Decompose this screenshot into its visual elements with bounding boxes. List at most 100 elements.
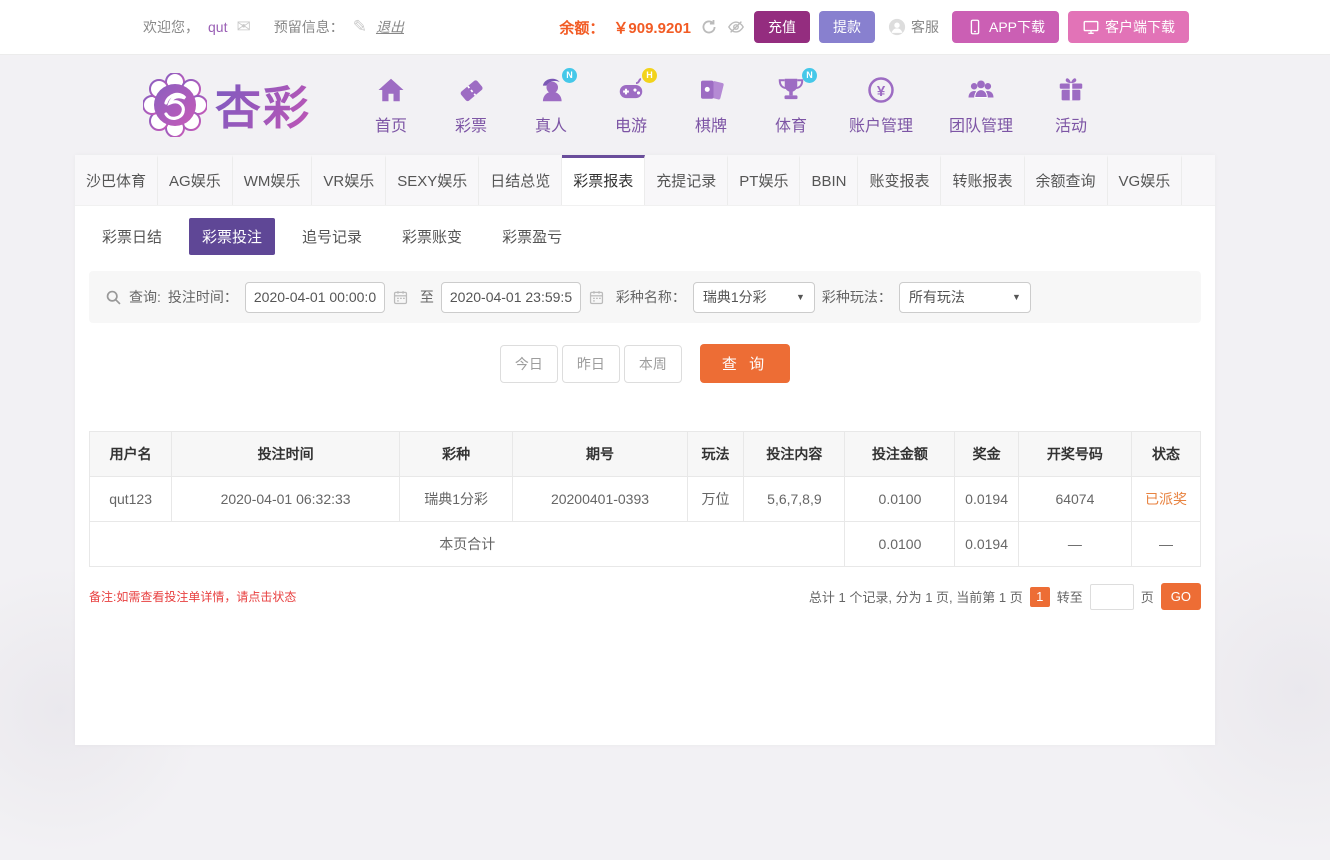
nav-item-account-management[interactable]: ¥ 账户管理 [849, 75, 913, 136]
ticket-icon [456, 75, 486, 105]
column-header-bet-time: 投注时间 [171, 431, 400, 477]
tab-SEXY娱乐[interactable]: SEXY娱乐 [386, 155, 480, 205]
tab-BBIN[interactable]: BBIN [800, 155, 859, 205]
nav-badge: N [562, 67, 577, 83]
tab-转账报表[interactable]: 转账报表 [941, 155, 1025, 205]
site-logo[interactable]: 杏彩 [143, 72, 311, 138]
nav-label: 团队管理 [949, 117, 1014, 135]
nav-label: 电游 [614, 117, 647, 135]
trophy-icon: N [776, 67, 817, 105]
lottery-select[interactable]: 瑞典1分彩 ▼ [692, 281, 815, 313]
live-person-icon: N [536, 67, 577, 105]
yesterday-button[interactable]: 昨日 [561, 344, 620, 383]
team-icon [966, 75, 996, 105]
nav-item-lottery[interactable]: 彩票 [449, 75, 493, 136]
tab-AG娱乐[interactable]: AG娱乐 [158, 155, 233, 205]
gamepad-icon: H [616, 67, 657, 105]
cell-bet-time: 2020-04-01 06:32:33 [171, 476, 400, 522]
subtab-彩票日结[interactable]: 彩票日结 [89, 218, 175, 255]
play-type-label: 彩种玩法： [821, 289, 892, 305]
calendar-icon[interactable] [392, 289, 409, 306]
service-avatar-icon [888, 18, 906, 36]
week-button[interactable]: 本周 [623, 344, 682, 383]
nav-label: 棋牌 [694, 117, 727, 135]
play-type-select[interactable]: 所有玩法 ▼ [898, 281, 1031, 313]
customer-service-link[interactable]: 客服 [888, 17, 939, 37]
table-footer: 备注:如需查看投注单详情，请点击状态 总计 1 个记录, 分为 1 页, 当前第… [89, 583, 1201, 610]
tab-VR娱乐[interactable]: VR娱乐 [312, 155, 387, 205]
tab-沙巴体育[interactable]: 沙巴体育 [75, 155, 159, 205]
goto-page-input[interactable] [1089, 583, 1134, 610]
current-page-badge[interactable]: 1 [1029, 586, 1050, 607]
calendar-icon[interactable] [588, 289, 605, 306]
to-label: 至 [419, 289, 434, 305]
pagination-summary: 总计 1 个记录, 分为 1 页, 当前第 1 页 [808, 590, 1023, 605]
edit-icon[interactable]: ✎ [353, 17, 367, 37]
table-row: qut123 2020-04-01 06:32:33 瑞典1分彩 20200401-0… [88, 476, 1201, 522]
nav-item-boardgames[interactable]: 棋牌 [689, 75, 733, 136]
table-header-row: 用户名 投注时间 彩种 期号 玩法 投注内容 投注金额 奖金 开奖号码 状态 [88, 431, 1201, 477]
cell-play-type: 万位 [686, 476, 745, 522]
tab-账变报表[interactable]: 账变报表 [858, 155, 942, 205]
search-button[interactable]: 查 询 [699, 344, 791, 383]
client-download-button[interactable]: 客户端下载 [1068, 11, 1189, 43]
time-to-input[interactable] [440, 281, 581, 313]
summary-bet-amount-total: 0.0100 [844, 521, 956, 567]
main-nav: 首页 彩票 N 真人 H 电游 棋牌 N 体育 ¥ 账户管理 团队管理 活动 [369, 67, 1093, 136]
nav-item-sports[interactable]: N 体育 [769, 67, 817, 136]
bet-records-table-wrap: 用户名 投注时间 彩种 期号 玩法 投注内容 投注金额 奖金 开奖号码 状态 qut123 2020… [88, 431, 1201, 567]
nav-badge: N [802, 67, 817, 83]
tab-日结总览[interactable]: 日结总览 [479, 155, 563, 205]
subtab-彩票投注[interactable]: 彩票投注 [189, 218, 276, 255]
tab-充提记录[interactable]: 充提记录 [645, 155, 729, 205]
column-header-lottery: 彩种 [398, 431, 514, 477]
summary-row: 本页合计 0.0100 0.0194— — [88, 521, 1201, 567]
query-actions: 今日 昨日 本周 查 询 [75, 344, 1215, 383]
lottery-selected-value: 瑞典1分彩 [702, 289, 767, 305]
nav-item-team-management[interactable]: 团队管理 [949, 75, 1013, 136]
tab-PT娱乐[interactable]: PT娱乐 [728, 155, 801, 205]
pagination: 总计 1 个记录, 分为 1 页, 当前第 1 页 1 转至 页 GO [809, 583, 1201, 610]
cell-lottery: 瑞典1分彩 [398, 476, 514, 522]
logout-link[interactable]: 退出 [376, 17, 404, 37]
nav-item-egames[interactable]: H 电游 [609, 67, 657, 136]
cards-icon [696, 75, 726, 105]
coin-icon: ¥ [866, 75, 896, 105]
service-label: 客服 [910, 19, 939, 35]
recharge-button[interactable]: 充值 [753, 11, 810, 43]
tab-WM娱乐[interactable]: WM娱乐 [233, 155, 313, 205]
tab-VG娱乐[interactable]: VG娱乐 [1108, 155, 1183, 205]
subtab-追号记录[interactable]: 追号记录 [289, 218, 375, 255]
column-header-prize: 奖金 [954, 431, 1019, 477]
nav-label: 活动 [1055, 117, 1088, 135]
tab-余额查询[interactable]: 余额查询 [1025, 155, 1108, 205]
search-icon [105, 289, 122, 306]
nav-item-home[interactable]: 首页 [369, 75, 413, 136]
chevron-down-icon: ▼ [1011, 292, 1021, 302]
username: qut [208, 19, 228, 35]
phone-icon [966, 18, 984, 36]
tab-彩票报表[interactable]: 彩票报表 [562, 155, 646, 205]
subtab-彩票盈亏[interactable]: 彩票盈亏 [489, 218, 575, 255]
hide-balance-icon[interactable] [727, 18, 745, 36]
time-from-input[interactable] [244, 281, 385, 313]
mail-icon[interactable]: ✉ [236, 17, 250, 37]
page-unit-label: 页 [1140, 590, 1154, 605]
cell-draw-number: 64074 [1017, 476, 1133, 522]
go-button[interactable]: GO [1160, 583, 1201, 610]
cell-status[interactable]: 已派奖 [1131, 476, 1201, 522]
report-subtabs: 彩票日结 彩票投注 追号记录 彩票账变 彩票盈亏 [75, 206, 1215, 266]
summary-draw-number-dash: — [1017, 521, 1133, 567]
app-download-button[interactable]: APP下载 [951, 11, 1059, 43]
nav-label: 账户管理 [849, 117, 914, 135]
nav-item-live[interactable]: N 真人 [529, 67, 577, 136]
subtab-彩票账变[interactable]: 彩票账变 [389, 218, 475, 255]
welcome-text: 欢迎您， [143, 19, 199, 35]
nav-item-promotions[interactable]: 活动 [1049, 75, 1093, 136]
refresh-balance-icon[interactable] [700, 18, 718, 36]
footer-note: 备注:如需查看投注单详情，请点击状态 [89, 590, 297, 604]
summary-status-dash: — [1131, 521, 1201, 567]
withdraw-button[interactable]: 提款 [818, 11, 875, 43]
table-body: qut123 2020-04-01 06:32:33 瑞典1分彩 20200401-0… [88, 476, 1201, 567]
today-button[interactable]: 今日 [499, 344, 558, 383]
